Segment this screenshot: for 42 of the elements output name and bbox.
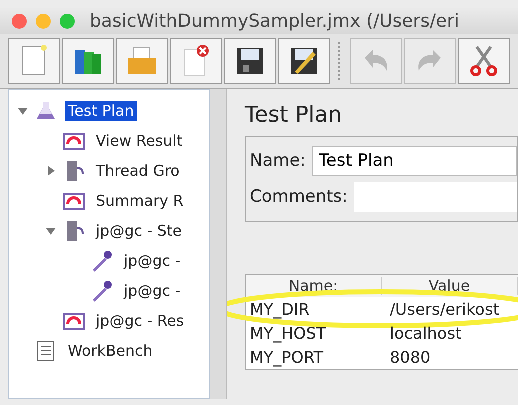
- new-button[interactable]: [8, 38, 60, 84]
- column-header: Value: [382, 277, 518, 295]
- table-cell-text: localhost: [389, 324, 462, 342]
- tree-item[interactable]: View Result: [93, 131, 186, 151]
- save-as-button[interactable]: [278, 38, 330, 84]
- tree-item[interactable]: Summary R: [93, 191, 187, 211]
- gauge-icon: [63, 310, 85, 332]
- save-button[interactable]: [224, 38, 276, 84]
- comments-label: Comments:: [250, 187, 348, 207]
- table-cell-text: /Users/erikost: [389, 300, 500, 318]
- panel-title: Test Plan: [245, 103, 344, 128]
- zoom-button[interactable]: [60, 14, 75, 28]
- column-header: Name:: [246, 277, 382, 295]
- open-button[interactable]: [116, 38, 168, 84]
- window-title: basicWithDummySampler.jmx (/Users/eri: [90, 10, 460, 32]
- tree-item[interactable]: jp@gc -: [121, 251, 184, 271]
- flask-icon: [35, 100, 57, 122]
- pipette-icon: [91, 250, 113, 272]
- tree-item[interactable]: WorkBench: [65, 341, 156, 361]
- tree-item[interactable]: Thread Gro: [93, 161, 183, 181]
- expander-icon[interactable]: [17, 105, 29, 117]
- tree-item[interactable]: jp@gc -: [121, 281, 184, 301]
- tree-item[interactable]: jp@gc - Ste: [93, 221, 186, 241]
- cut-button[interactable]: [458, 38, 510, 84]
- pipette-icon: [91, 280, 113, 302]
- tree-item[interactable]: Test Plan: [65, 101, 138, 121]
- close-button[interactable]: [170, 38, 222, 84]
- toolbar-separator: [338, 42, 342, 80]
- table-cell-text: MY_PORT: [249, 348, 325, 366]
- close-button[interactable]: [12, 14, 27, 28]
- name-field[interactable]: Test Plan: [312, 146, 517, 176]
- templates-button[interactable]: [62, 38, 114, 84]
- gauge-icon: [63, 130, 85, 152]
- table-cell-text: MY_DIR: [249, 300, 311, 318]
- tree-item[interactable]: jp@gc - Res: [93, 311, 188, 331]
- table-cell-text: MY_HOST: [249, 324, 328, 342]
- expander-icon[interactable]: [45, 225, 57, 237]
- table-cell-text: 8080: [389, 348, 431, 366]
- expander-icon[interactable]: [45, 165, 57, 177]
- comments-field[interactable]: [354, 182, 517, 212]
- name-label: Name:: [250, 151, 306, 171]
- gauge-icon: [63, 190, 85, 212]
